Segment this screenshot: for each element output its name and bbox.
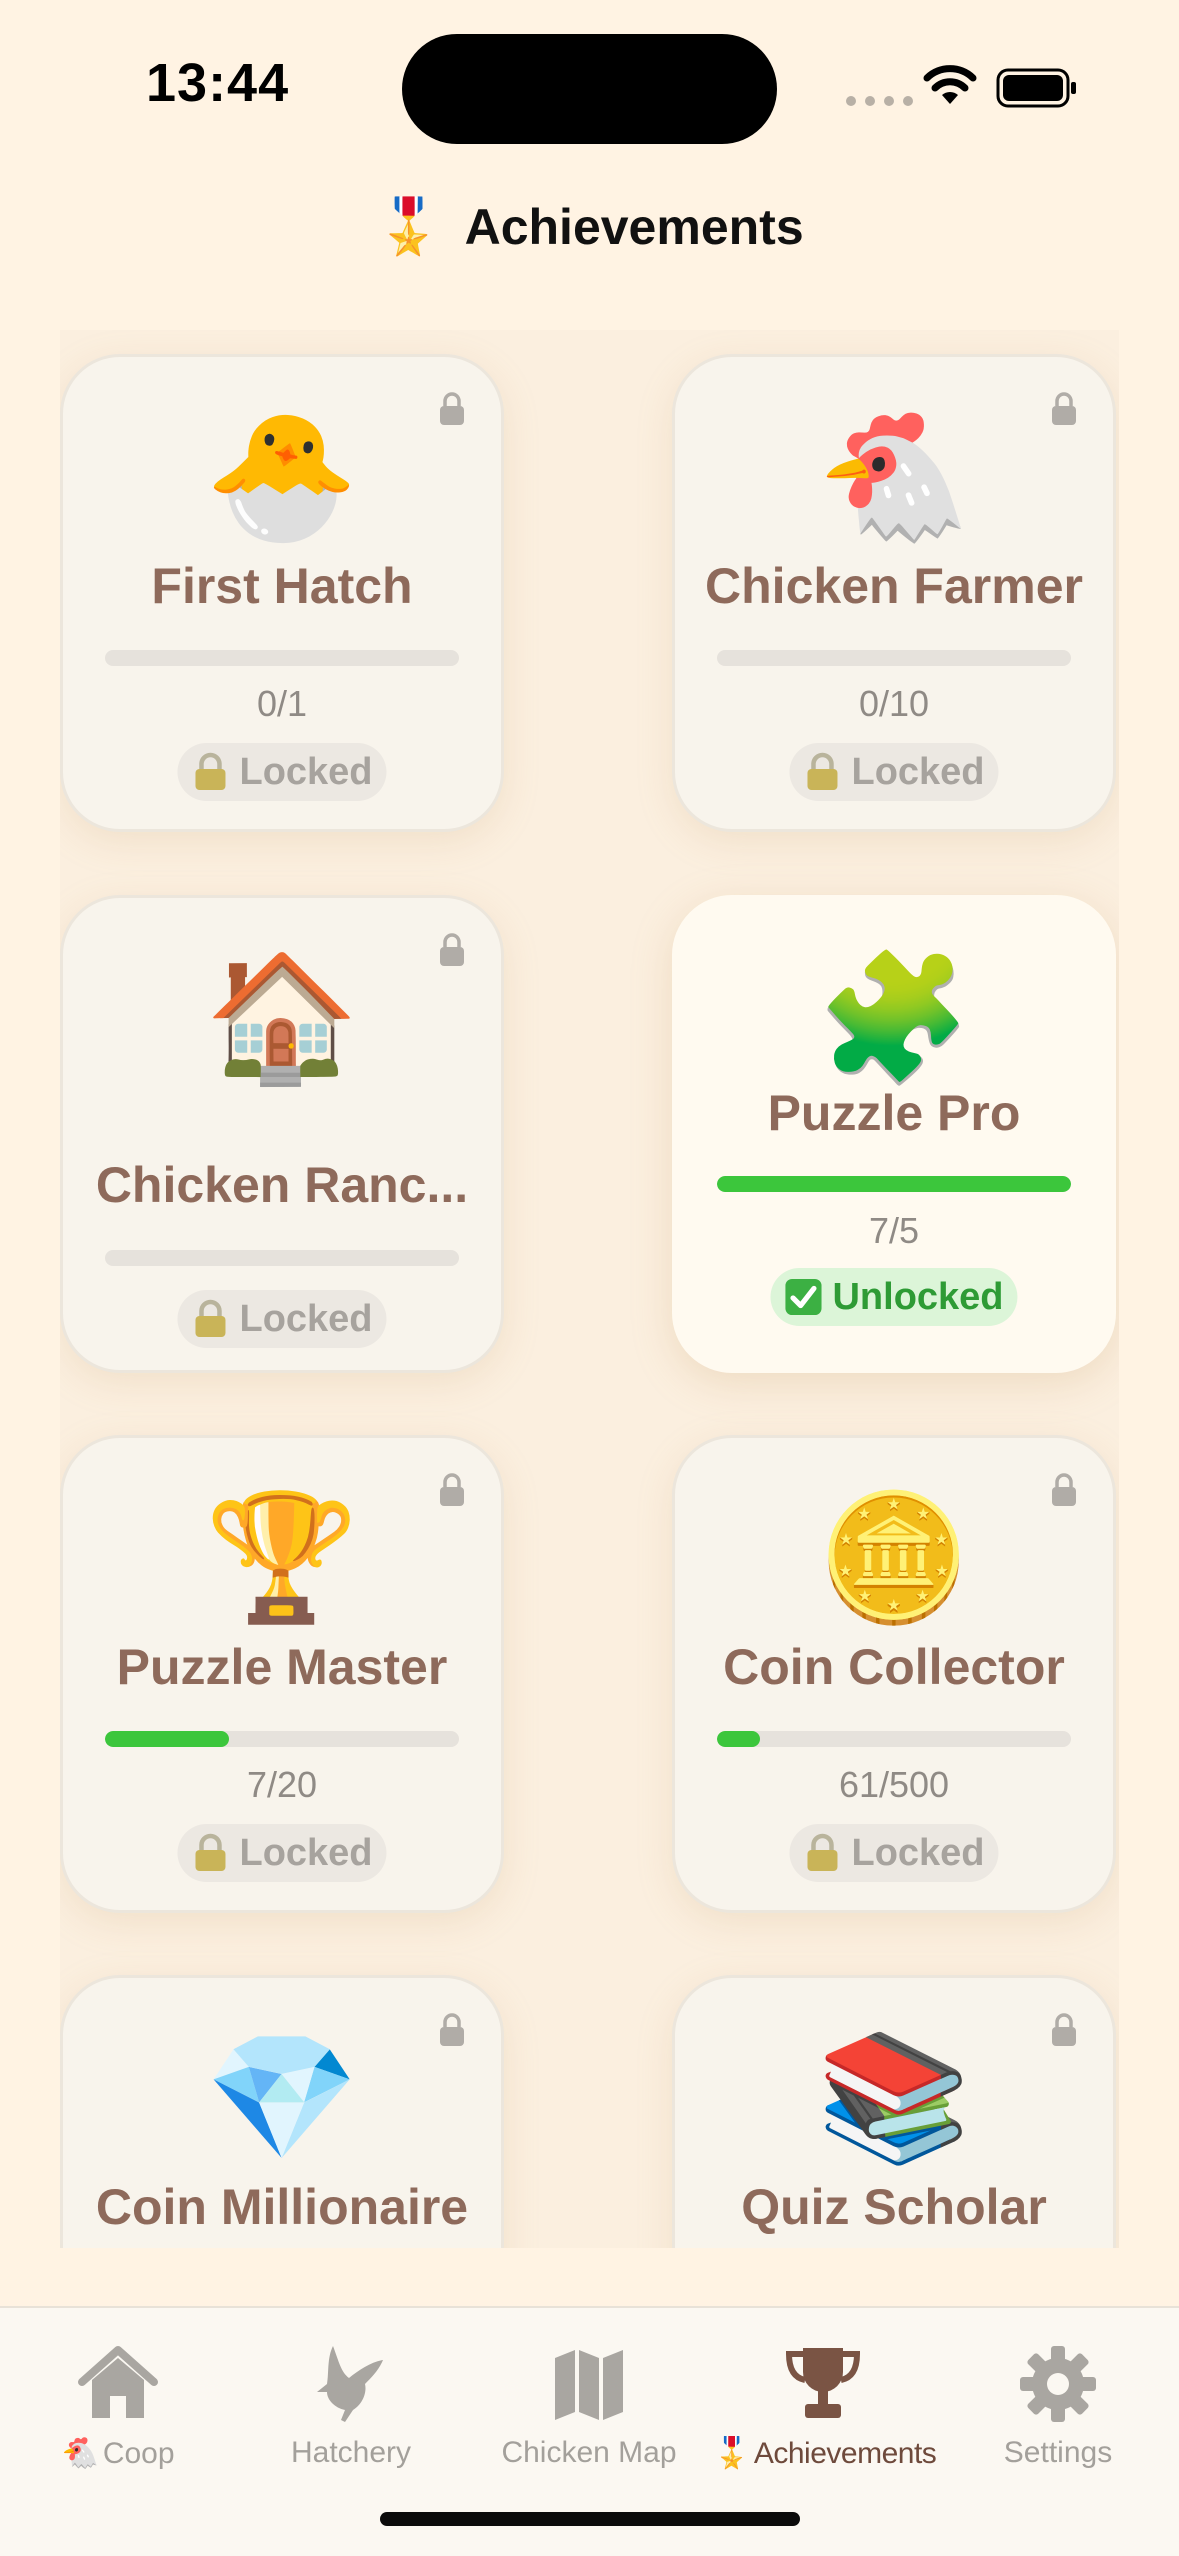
status-badge: Locked — [789, 1824, 999, 1882]
books-icon: 📚 — [816, 2029, 972, 2167]
padlock-icon — [807, 752, 838, 790]
achievement-name: Chicken Farmer — [705, 558, 1083, 614]
progress-bar — [717, 1731, 1071, 1747]
achievement-card-first-hatch[interactable]: 🐣 First Hatch 0/1 Locked — [60, 354, 504, 832]
cellular-signal-icon — [846, 96, 913, 106]
check-mark-icon — [785, 1278, 822, 1316]
progress-bar — [105, 650, 459, 666]
padlock-icon — [195, 752, 226, 790]
medal-icon: 🎖️ — [375, 197, 443, 257]
achievement-card-puzzle-pro[interactable]: 🧩 Puzzle Pro 7/5 Unlocked — [672, 895, 1116, 1373]
progress-bar — [717, 650, 1071, 666]
achievement-name: Coin Millionaire — [95, 2179, 469, 2235]
status-badge: Locked — [177, 743, 387, 801]
progress-text: 0/10 — [858, 683, 930, 724]
achievement-name: First Hatch — [151, 558, 413, 614]
tab-hatchery[interactable]: Hatchery — [241, 2328, 461, 2478]
achievement-card-quiz-scholar[interactable]: 📚 Quiz Scholar — [672, 1975, 1116, 2248]
achievement-card-coin-millionaire[interactable]: 💎 Coin Millionaire — [60, 1975, 504, 2248]
status-badge: Locked — [789, 743, 999, 801]
padlock-icon — [807, 1833, 838, 1871]
trophy-emoji-icon: 🏆 — [204, 1489, 360, 1627]
status-badge: Unlocked — [770, 1268, 1018, 1326]
achievement-name: Quiz Scholar — [741, 2179, 1047, 2235]
progress-bar — [717, 1176, 1071, 1192]
progress-text: 7/20 — [246, 1764, 318, 1805]
tab-chicken-map[interactable]: Chicken Map — [479, 2328, 699, 2478]
page-title-text: Achievements — [464, 199, 804, 255]
status-badge: Locked — [177, 1824, 387, 1882]
tab-achievements[interactable]: 🎖️ Achievements — [713, 2328, 937, 2478]
achievement-card-puzzle-master[interactable]: 🏆 Puzzle Master 7/20 Locked — [60, 1435, 504, 1913]
achievement-card-coin-collector[interactable]: 🪙 Coin Collector 61/500 Locked — [672, 1435, 1116, 1913]
achievement-card-chicken-ranch[interactable]: 🏠 Chicken Ranc... Locked — [60, 895, 504, 1373]
achievement-name: Chicken Ranc... — [95, 1157, 469, 1213]
tab-coop[interactable]: 🐔 Coop — [8, 2328, 228, 2478]
trophy-icon — [785, 2348, 861, 2418]
achievement-name: Puzzle Pro — [767, 1085, 1021, 1141]
tab-settings[interactable]: Settings — [948, 2328, 1168, 2478]
progress-bar — [105, 1250, 459, 1266]
achievement-name: Coin Collector — [723, 1639, 1065, 1695]
padlock-icon — [195, 1299, 226, 1337]
house-emoji-icon: 🏠 — [204, 949, 360, 1087]
hatching-chick-icon: 🐣 — [204, 408, 360, 546]
achievements-screen: 13:44 🎖️ Achievements 🐣 First Hatch 0/1 … — [0, 0, 1179, 2556]
coin-icon: 🪙 — [816, 1489, 972, 1627]
dynamic-island — [402, 34, 777, 144]
achievements-grid[interactable]: 🐣 First Hatch 0/1 Locked 🐔 Chicken Farme… — [60, 330, 1119, 2248]
status-badge: Locked — [177, 1290, 387, 1348]
page-title: 🎖️ Achievements — [0, 192, 1179, 262]
house-icon — [78, 2346, 158, 2418]
puzzle-piece-icon: 🧩 — [816, 949, 972, 1087]
status-time: 13:44 — [146, 53, 290, 113]
gem-icon: 💎 — [204, 2029, 360, 2167]
map-icon — [555, 2350, 623, 2420]
battery-icon — [996, 68, 1076, 108]
progress-bar — [105, 1731, 459, 1747]
wifi-icon — [923, 65, 977, 104]
gear-icon — [1020, 2346, 1096, 2422]
home-indicator[interactable] — [380, 2512, 800, 2526]
progress-text: 61/500 — [838, 1764, 950, 1805]
achievement-name: Puzzle Master — [116, 1639, 448, 1695]
padlock-icon — [195, 1833, 226, 1871]
progress-text: 0/1 — [256, 683, 308, 724]
bird-icon — [317, 2346, 383, 2422]
chicken-icon: 🐔 — [816, 408, 972, 546]
progress-text: 7/5 — [868, 1210, 920, 1251]
achievement-card-chicken-farmer[interactable]: 🐔 Chicken Farmer 0/10 Locked — [672, 354, 1116, 832]
